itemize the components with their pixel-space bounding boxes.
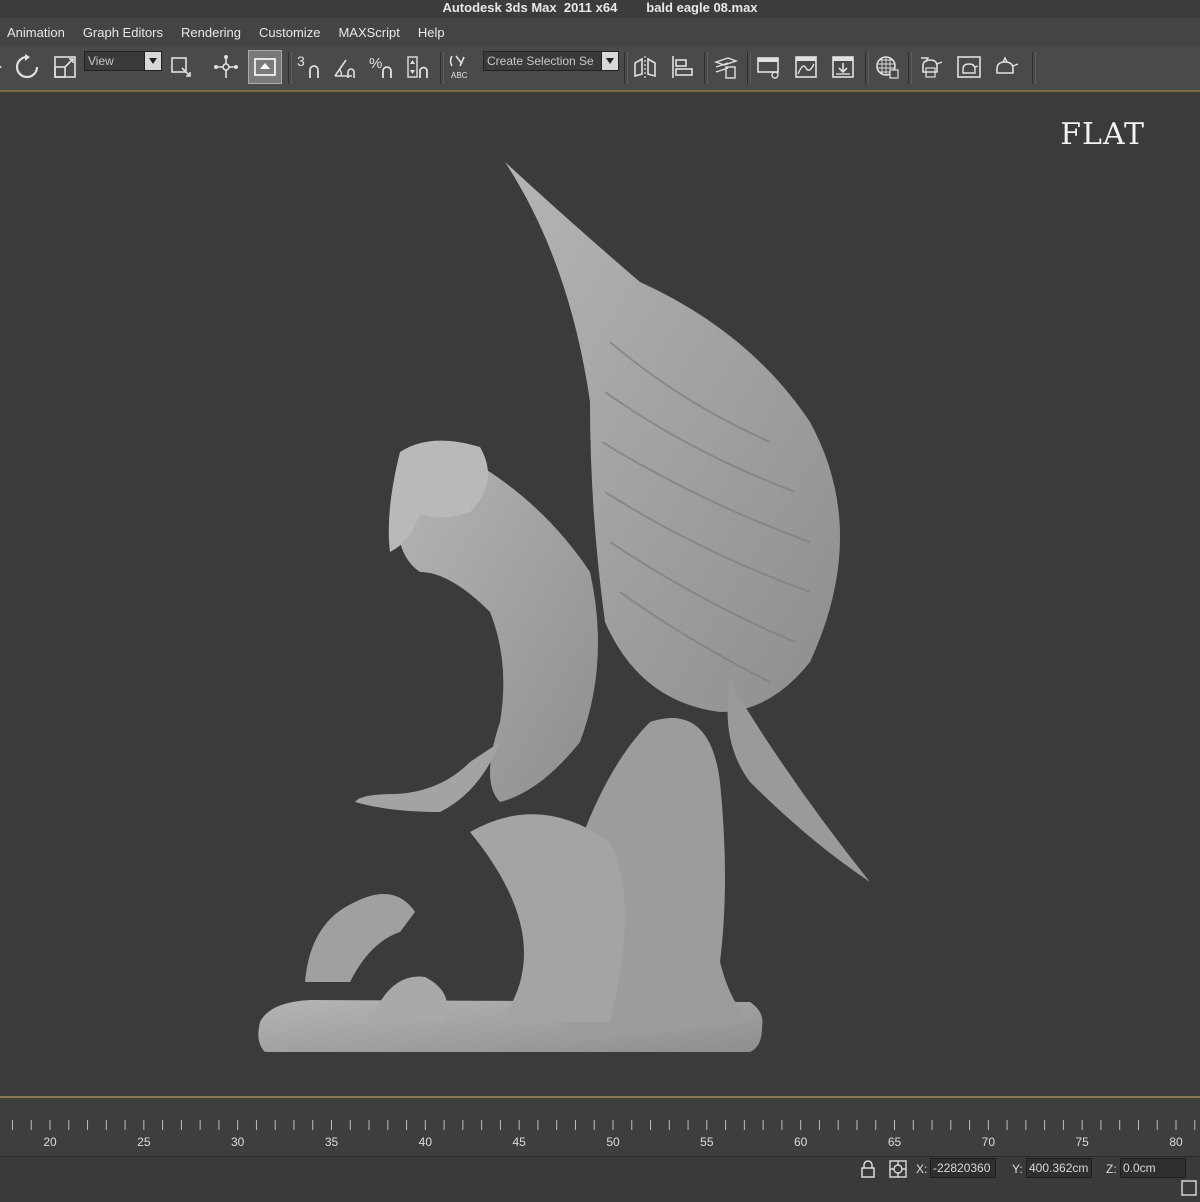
reference-coordinate-value: View [88, 54, 114, 68]
curve-editor-icon[interactable] [791, 50, 821, 84]
menu-bar: Animation Graph Editors Rendering Custom… [0, 18, 1200, 46]
z-label: Z: [1106, 1162, 1117, 1176]
toolbar-separator [1032, 52, 1036, 84]
percent-snap-icon[interactable]: % [367, 50, 397, 84]
y-label: Y: [1012, 1162, 1023, 1176]
toolbar-separator [624, 52, 628, 84]
menu-rendering[interactable]: Rendering [172, 25, 250, 40]
timeline-tick-label: 65 [888, 1135, 902, 1149]
rendered-frame-icon[interactable] [954, 50, 984, 84]
chevron-down-icon [601, 52, 618, 70]
toolbar-separator [865, 52, 869, 84]
timeline-tick-label: 25 [137, 1135, 151, 1149]
status-bar: X: -22820360 Y: 400.362cm Z: 0.0cm [0, 1156, 1200, 1201]
select-arrow-icon[interactable] [0, 50, 6, 84]
toolbar-separator [704, 52, 708, 84]
absolute-mode-icon[interactable] [888, 1159, 908, 1179]
render-production-icon[interactable] [991, 50, 1021, 84]
graphite-toggle-icon[interactable] [753, 50, 783, 84]
mirror-icon[interactable] [630, 50, 660, 84]
x-label: X: [916, 1162, 928, 1176]
selection-set-placeholder: Create Selection Se [487, 54, 594, 68]
eagle-sculpture-model[interactable] [250, 142, 890, 1062]
lock-selection-icon[interactable] [858, 1159, 878, 1179]
selection-set-dropdown[interactable]: Create Selection Se [483, 51, 619, 71]
schematic-view-icon[interactable] [828, 50, 858, 84]
toolbar-separator [288, 52, 292, 84]
layer-manager-icon[interactable] [710, 50, 740, 84]
timeline-tick-label: 45 [512, 1135, 526, 1149]
pivot-center-icon[interactable] [166, 50, 196, 84]
y-coordinate-field[interactable]: 400.362cm [1026, 1158, 1092, 1178]
snap-toggle-icon[interactable]: 3 [294, 50, 324, 84]
timeline-ruler[interactable]: 20 25 30 35 40 45 50 55 60 65 70 75 80 [0, 1120, 1200, 1160]
timeline[interactable]: 20 25 30 35 40 45 50 55 60 65 70 75 80 [0, 1096, 1200, 1158]
reference-coordinate-dropdown[interactable]: View [84, 51, 162, 71]
menu-help[interactable]: Help [409, 25, 454, 40]
timeline-tick-label: 30 [231, 1135, 245, 1149]
key-mode-icon[interactable] [1180, 1179, 1198, 1197]
timeline-tick-label: 60 [794, 1135, 808, 1149]
render-setup-icon[interactable] [916, 50, 946, 84]
chevron-down-icon [144, 52, 161, 70]
timeline-tick-label: 80 [1169, 1135, 1183, 1149]
file-name: bald eagle 08.max [646, 0, 758, 15]
title-bar: Autodesk 3ds Max 2011 x64 bald eagle 08.… [0, 0, 1200, 18]
menu-maxscript[interactable]: MAXScript [329, 25, 408, 40]
main-toolbar: View 3 % ABC Create Selection Se [0, 46, 1200, 92]
viewport-shading-label[interactable]: FLAT [1060, 117, 1145, 152]
svg-text:%: % [369, 55, 382, 72]
spinner-snap-icon[interactable] [403, 50, 433, 84]
app-title: Autodesk 3ds Max 2011 x64 [442, 0, 618, 15]
align-icon[interactable] [667, 50, 697, 84]
timeline-tick-label: 20 [43, 1135, 57, 1149]
timeline-tick-label: 70 [982, 1135, 996, 1149]
perspective-viewport[interactable]: FLAT [0, 92, 1200, 1096]
edit-named-selection-icon[interactable]: ABC [446, 50, 476, 84]
menu-customize[interactable]: Customize [250, 25, 329, 40]
material-editor-icon[interactable] [872, 50, 902, 84]
svg-text:ABC: ABC [451, 71, 468, 80]
x-coordinate-field[interactable]: -22820360 [930, 1158, 996, 1178]
timeline-tick-label: 75 [1075, 1135, 1089, 1149]
rotate-icon[interactable] [12, 50, 42, 84]
toolbar-separator [908, 52, 912, 84]
toolbar-separator [440, 52, 444, 84]
timeline-tick-label: 40 [419, 1135, 433, 1149]
scale-icon[interactable] [50, 50, 80, 84]
timeline-tick-label: 50 [606, 1135, 620, 1149]
timeline-tick-label: 55 [700, 1135, 714, 1149]
toolbar-separator [747, 52, 751, 84]
pivot-icon[interactable] [211, 50, 241, 84]
angle-snap-icon[interactable] [330, 50, 360, 84]
menu-graph-editors[interactable]: Graph Editors [74, 25, 172, 40]
menu-animation[interactable]: Animation [0, 25, 74, 40]
timeline-tick-label: 35 [325, 1135, 339, 1149]
z-coordinate-field[interactable]: 0.0cm [1120, 1158, 1186, 1178]
select-manipulate-icon[interactable] [248, 50, 282, 84]
svg-text:3: 3 [297, 54, 305, 69]
